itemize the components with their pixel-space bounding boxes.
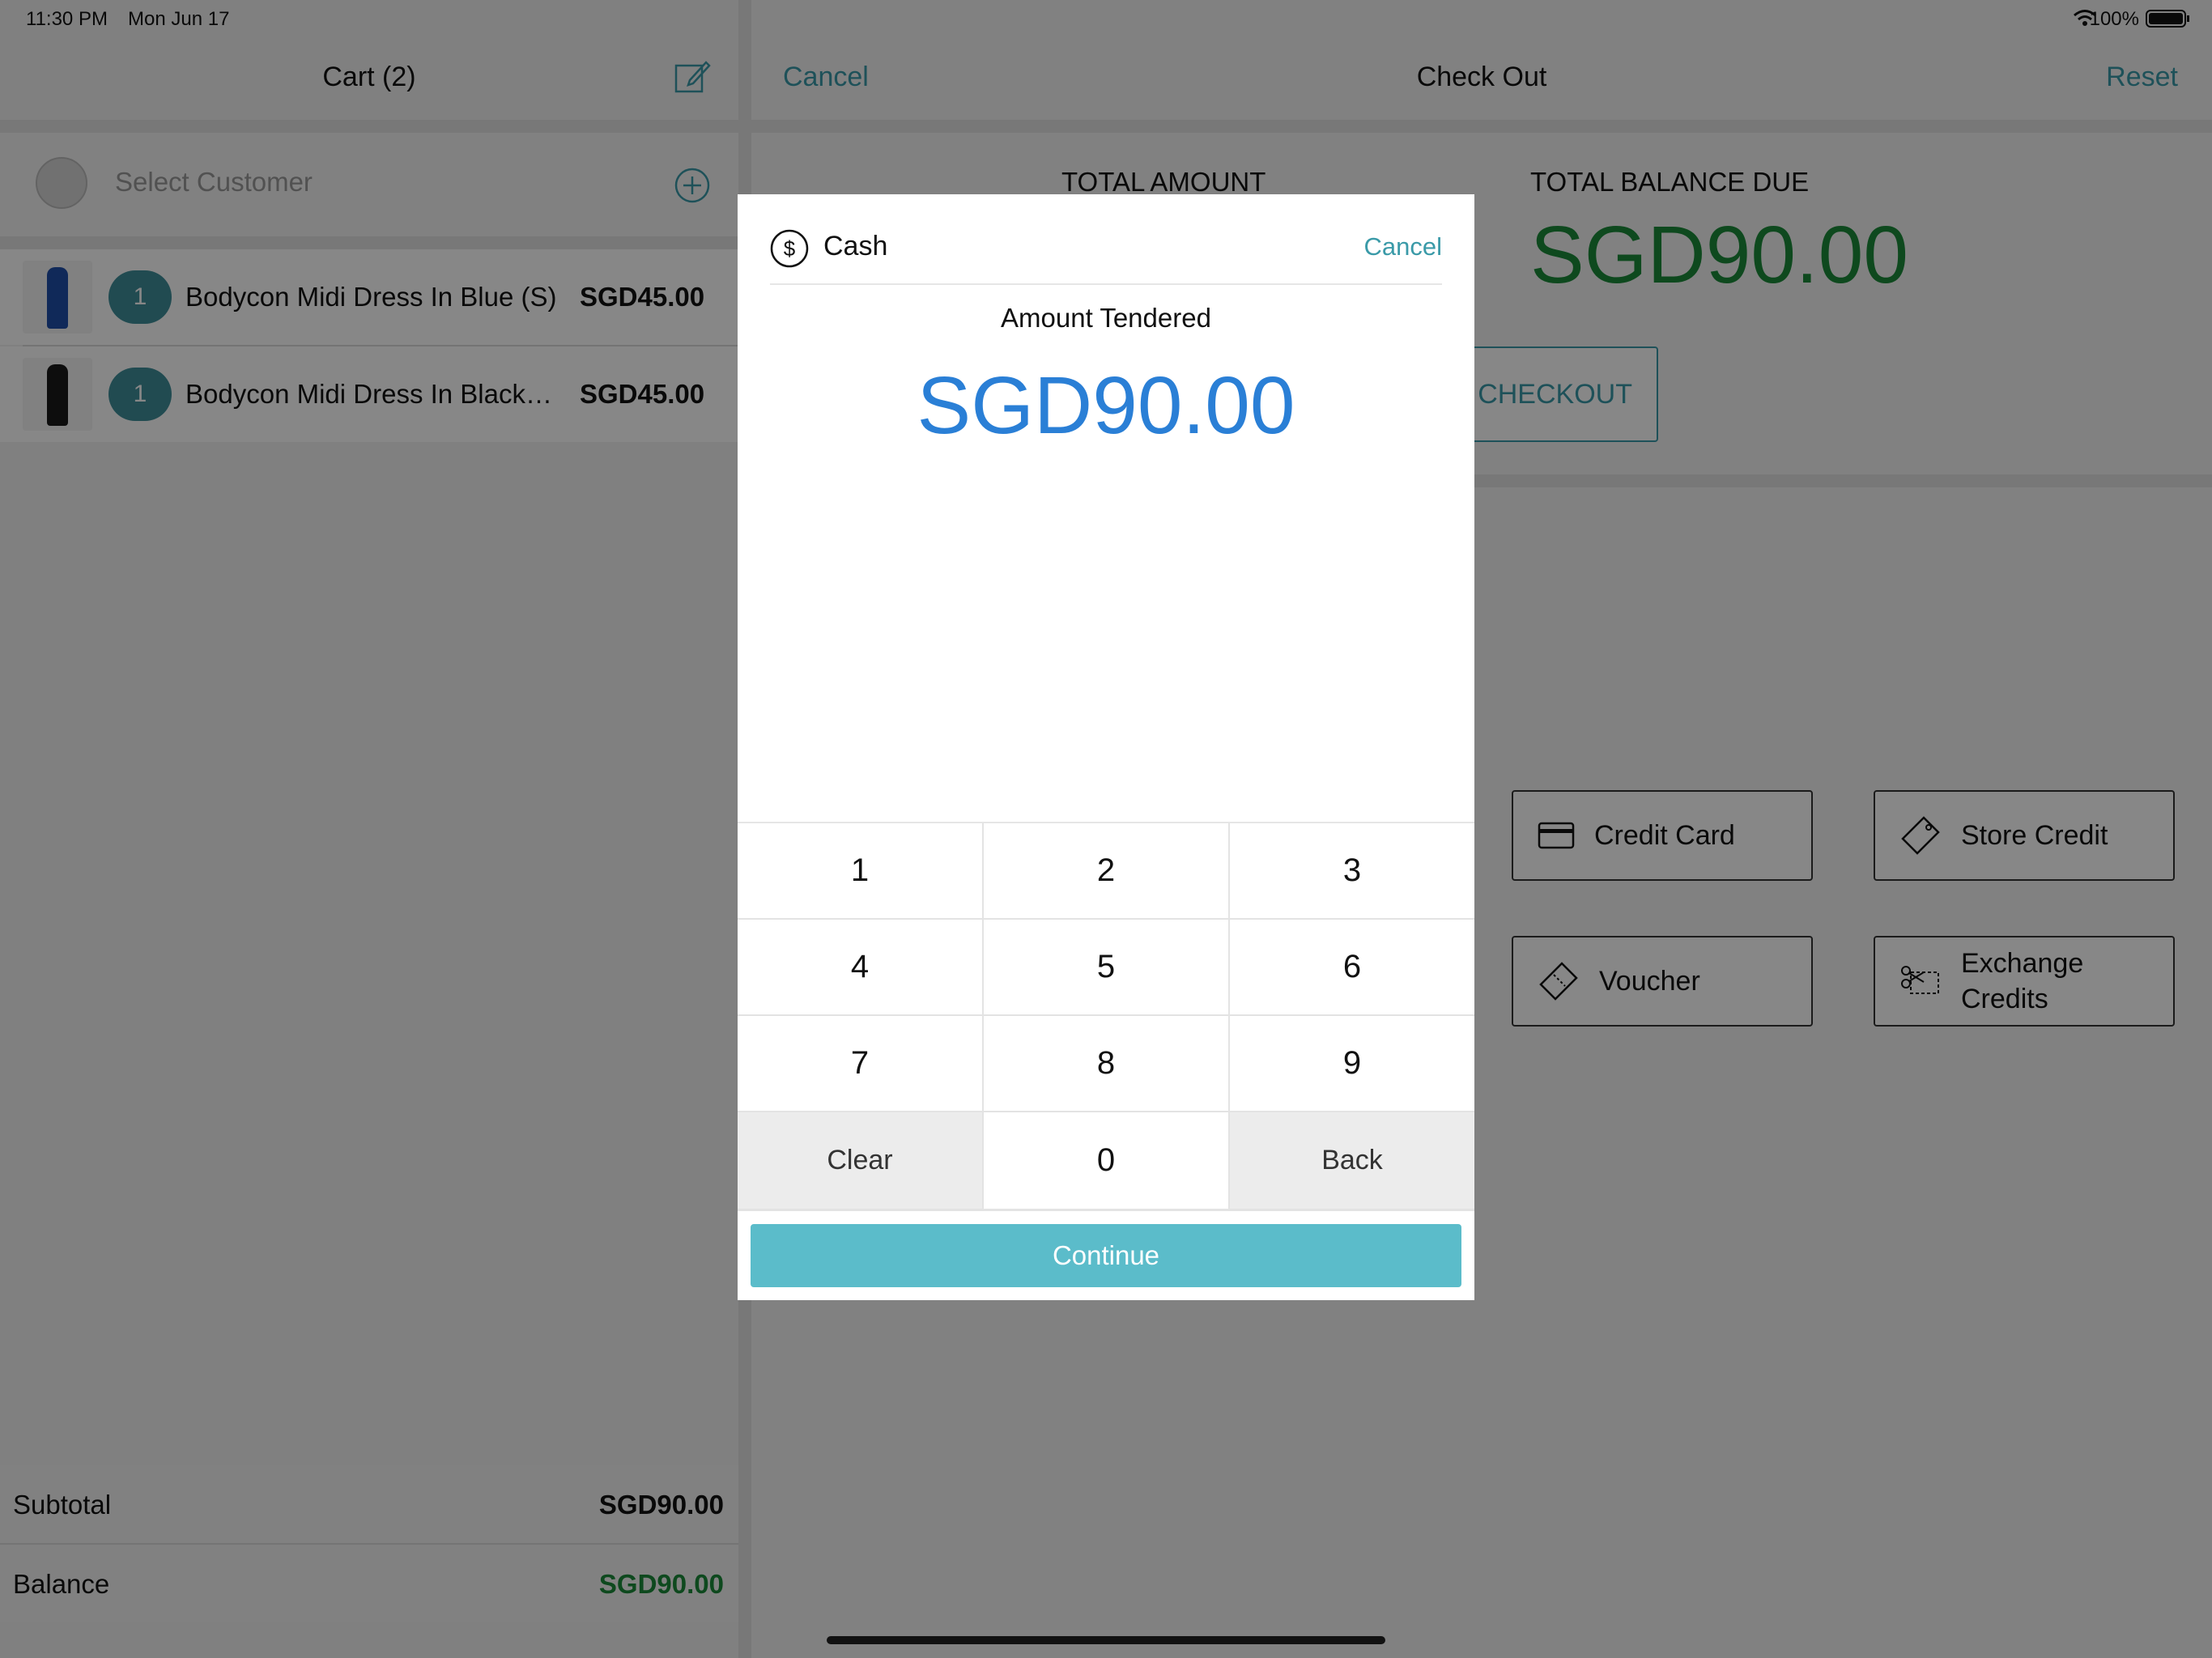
dollar-circle-icon: $ [769, 228, 810, 273]
back-key[interactable]: Back [1230, 1112, 1474, 1209]
key-3[interactable]: 3 [1230, 823, 1474, 918]
cash-cancel-button[interactable]: Cancel [1364, 232, 1443, 261]
key-7[interactable]: 7 [738, 1016, 982, 1111]
clear-key[interactable]: Clear [738, 1112, 982, 1209]
cash-modal-title: Cash [823, 231, 888, 261]
amount-tendered-label: Amount Tendered [1001, 303, 1211, 333]
key-6[interactable]: 6 [1230, 920, 1474, 1014]
key-8[interactable]: 8 [984, 1016, 1228, 1111]
cash-modal: $ Cash Cancel Amount Tendered SGD90.00 1… [738, 194, 1474, 1300]
key-4[interactable]: 4 [738, 920, 982, 1014]
key-1[interactable]: 1 [738, 823, 982, 918]
modal-divider [770, 283, 1442, 285]
home-indicator[interactable] [827, 1636, 1385, 1644]
key-2[interactable]: 2 [984, 823, 1228, 918]
svg-text:$: $ [784, 236, 796, 261]
continue-button-label: Continue [1052, 1240, 1160, 1270]
amount-tendered-value[interactable]: SGD90.00 [738, 359, 1474, 453]
continue-button[interactable]: Continue [751, 1224, 1461, 1287]
key-0[interactable]: 0 [984, 1112, 1228, 1209]
key-5[interactable]: 5 [984, 920, 1228, 1014]
key-9[interactable]: 9 [1230, 1016, 1474, 1111]
keypad: 1 2 3 4 5 6 7 8 9 Clear 0 Back [738, 823, 1474, 1211]
